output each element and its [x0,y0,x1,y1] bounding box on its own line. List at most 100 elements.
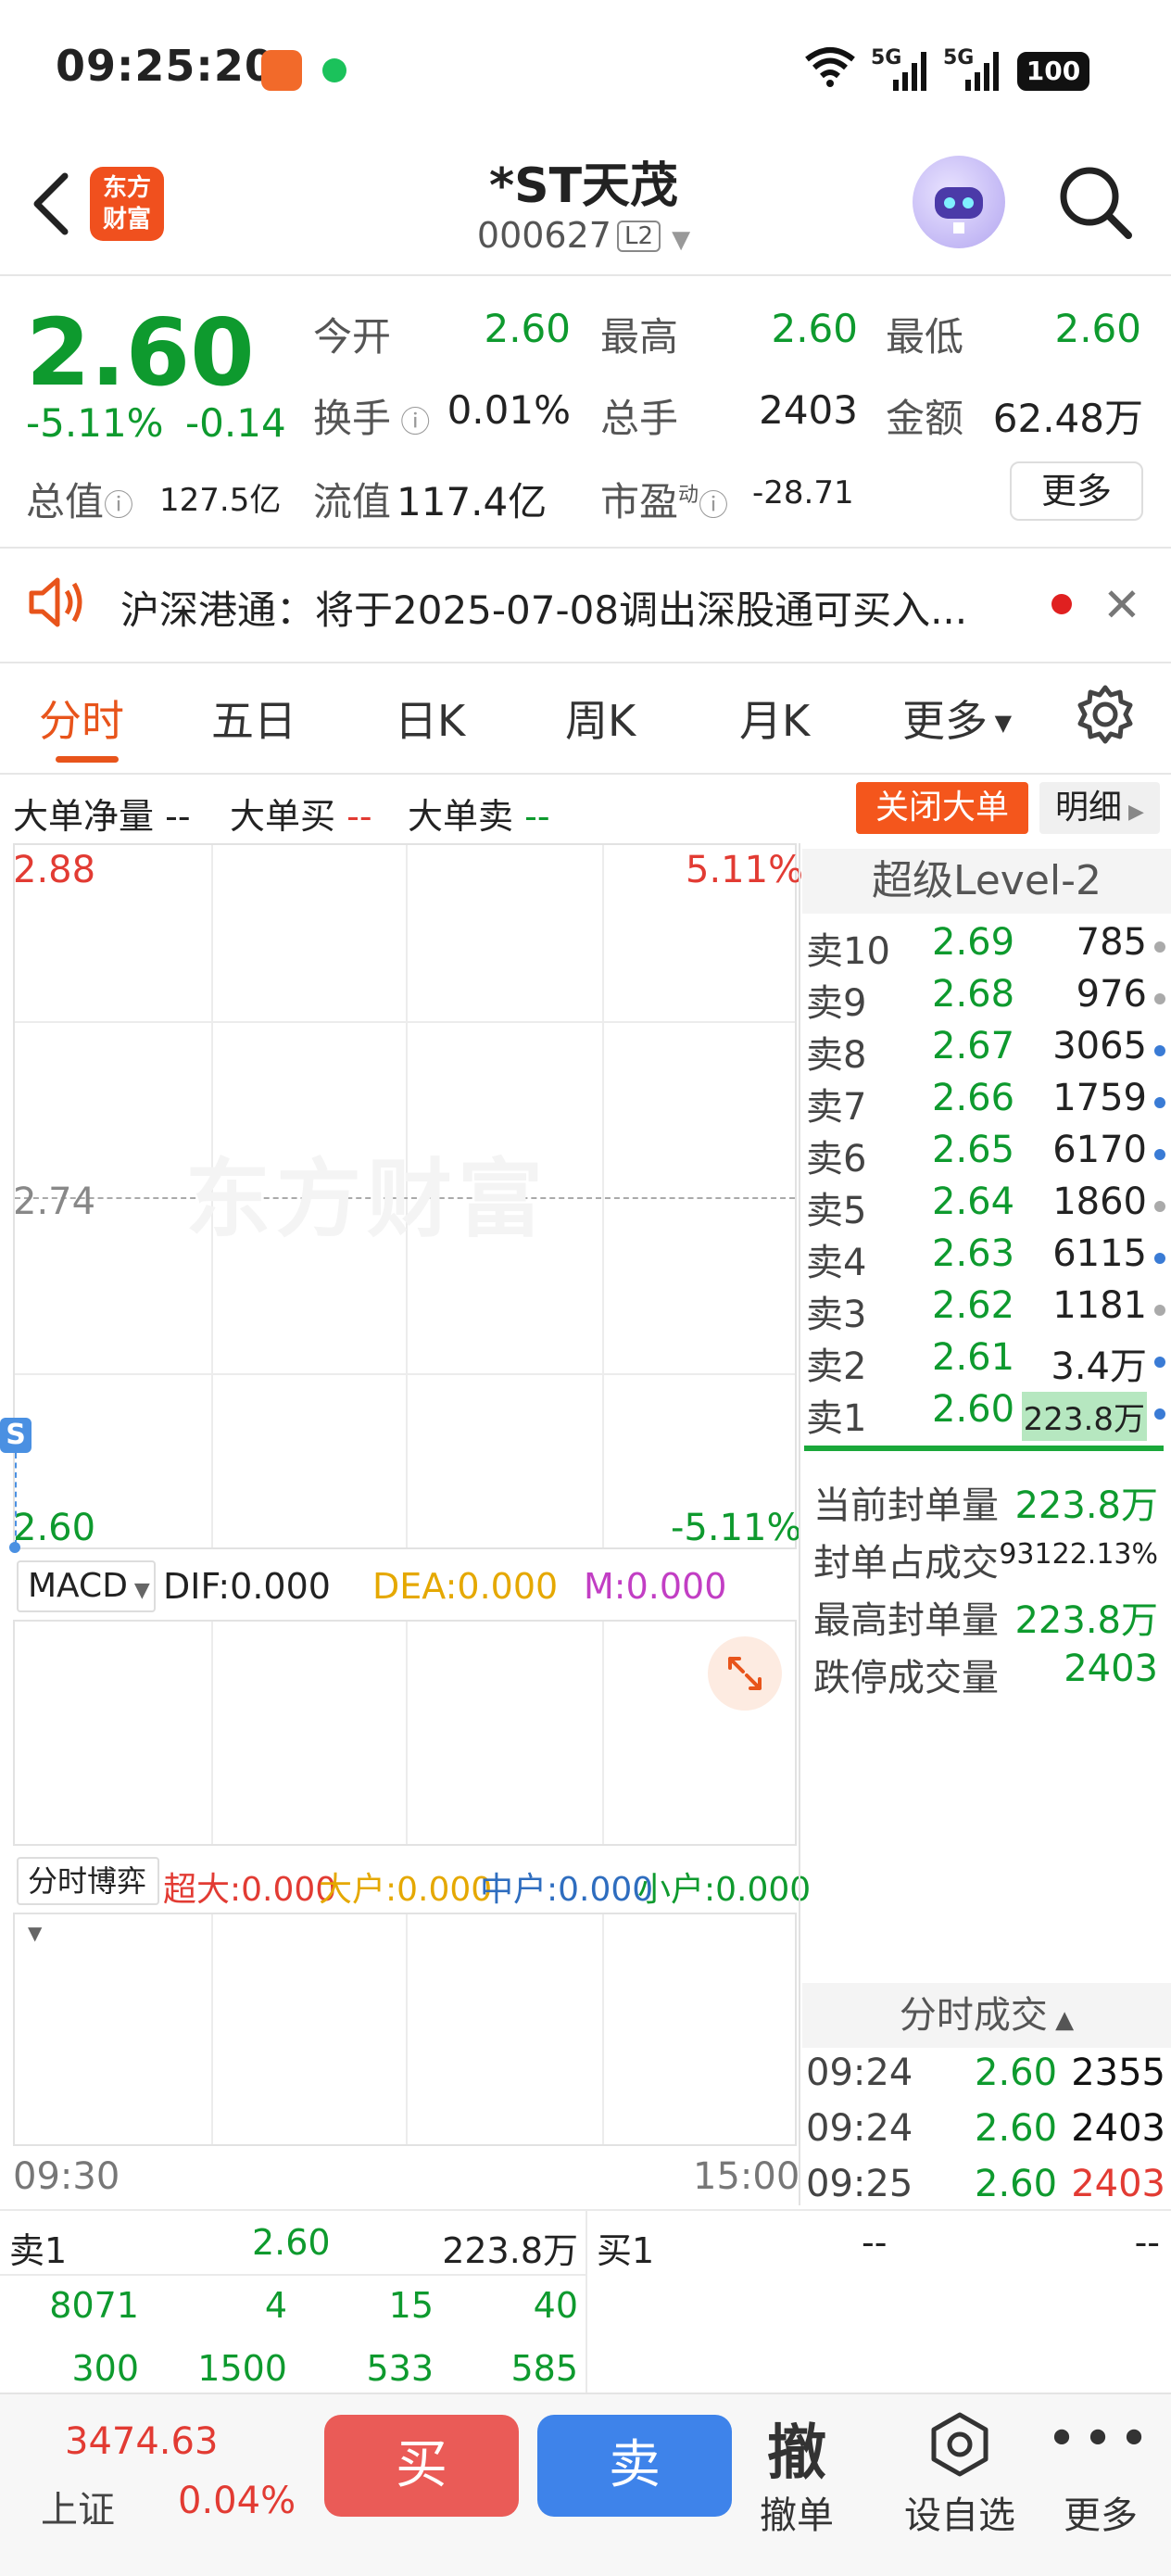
add-watchlist-label[interactable]: 设自选 [895,2485,1025,2539]
notice-text[interactable]: 沪深港通：将于2025-07-08调出深股通可买入... [120,579,1010,636]
ask-row[interactable]: 卖4 2.63 6115 [806,1232,1167,1284]
ask-row[interactable]: 卖8 2.67 3065 [806,1025,1167,1077]
grid-line [406,1914,408,2144]
ask-volume: 3.4万 [1051,1345,1147,1388]
index-pct[interactable]: 0.04% [178,2480,296,2522]
open-value: 2.60 [484,306,571,351]
ask-row[interactable]: 卖3 2.62 1181 [806,1284,1167,1336]
high-label: 最高 [600,314,679,360]
dahu-value: 大户:0.000 [319,1871,493,1909]
large-buy-label: 大单买 -- [230,796,372,837]
pe-label: 市盈动ⓘ [600,479,729,524]
info-icon[interactable]: ⓘ [391,404,430,439]
ask-row[interactable]: 卖5 2.64 1860 [806,1181,1167,1232]
search-icon[interactable] [1056,163,1134,245]
panel-divider [799,843,800,2205]
fenshi-boyi-chart[interactable] [13,1913,797,2146]
s-marker[interactable]: S [0,1418,31,1453]
level2-title[interactable]: 超级Level-2 [802,849,1171,914]
index-name[interactable]: 上证 [41,2480,115,2533]
queue-volume: 8071 [49,2285,139,2326]
trade-price: 2.60 [975,2052,1058,2094]
ask-volume: 785 [1076,921,1147,964]
more-quote-button[interactable]: 更多 [1010,461,1143,521]
large-sell-label: 大单卖 -- [408,796,550,837]
info-icon[interactable]: ⓘ [699,487,728,523]
ask-volume: 6115 [1052,1232,1147,1275]
queue-volume: 15 [388,2285,434,2326]
back-button[interactable] [28,167,74,245]
active-tab-indicator [56,756,119,763]
ask-row[interactable]: 卖6 2.65 6170 [806,1129,1167,1181]
more-label[interactable]: 更多 [1036,2485,1165,2539]
ask-volume: 6170 [1052,1129,1147,1171]
stock-title[interactable]: *ST天茂 [371,146,797,216]
ask-row[interactable]: 卖7 2.66 1759 [806,1077,1167,1129]
grid-line [15,1021,795,1023]
divider [586,2211,587,2393]
info-icon[interactable]: ⓘ [104,487,133,523]
ask-row[interactable]: 卖2 2.61 3.4万 [806,1336,1167,1388]
expand-icon[interactable] [708,1636,782,1711]
status-time: 09:25:20 [56,41,275,91]
ask-price: 2.65 [932,1129,1015,1171]
seal-label: 最高封单量 [813,1599,999,1642]
stock-code[interactable]: 000627 L2 ▼ [371,215,797,256]
ask-row[interactable]: 卖9 2.68 976 [806,973,1167,1025]
ask-indicator-dot [1154,941,1165,953]
tab-day-k[interactable]: 日K [395,688,465,749]
open-label: 今开 [313,314,392,360]
assistant-robot-icon[interactable] [913,156,1005,248]
turnover-value: 0.01% [447,387,571,433]
fenshi-boyi-select[interactable]: 分时博弈 ▼ [17,1857,159,1944]
book-sell1-price: 2.60 [252,2222,331,2263]
ask-price: 2.67 [932,1025,1015,1067]
cancel-icon[interactable]: 撤 [732,2406,862,2491]
ask-row[interactable]: 卖1 2.60 223.8万 [806,1388,1167,1441]
close-large-orders-button[interactable]: 关闭大单 [856,782,1028,834]
trade-volume: 2403 [1071,2107,1165,2150]
tab-month-k[interactable]: 月K [739,688,810,749]
seal-label: 当前封单量 [813,1484,999,1527]
sell-button[interactable]: 卖 [537,2415,732,2517]
fenshi-trades-title[interactable]: 分时成交 ▲ [802,1983,1171,2048]
trade-row[interactable]: 09:24 2.60 2355 [806,2052,1167,2103]
app-notification-icon [261,50,302,91]
close-icon[interactable]: ✕ [1102,578,1141,632]
change-pct: -5.11% [26,400,164,446]
tab-more[interactable]: 更多 ▼ [902,688,1012,749]
seal-value: 2403 [1064,1648,1158,1690]
tab-fenshi[interactable]: 分时 [39,688,124,749]
watermark: 东方财富 [185,1150,549,1249]
trade-row[interactable]: 09:24 2.60 2403 [806,2107,1167,2159]
ask-label: 卖7 [806,1086,867,1129]
ask-label: 卖5 [806,1190,867,1232]
seal-value: 223.8万 [1014,1484,1158,1527]
ask-volume: 1860 [1052,1181,1147,1223]
pe-value: -28.71 [752,474,854,511]
mktcap-value: 127.5亿 [159,482,282,519]
index-value[interactable]: 3474.63 [65,2420,218,2463]
chevron-down-icon: ▼ [988,710,1013,736]
watchlist-icon[interactable] [926,2411,993,2481]
buy-button[interactable]: 买 [324,2415,519,2517]
detail-button[interactable]: 明细 ▶ [1039,782,1160,834]
macd-chart[interactable] [13,1620,797,1846]
settings-gear-icon[interactable] [1075,684,1136,749]
more-dots-icon[interactable]: ••• [1036,2409,1165,2469]
limit-down-bar [804,1446,1164,1451]
tab-five-day[interactable]: 五日 [211,688,296,749]
ask-label: 卖9 [806,982,867,1025]
ask-label: 卖3 [806,1294,867,1336]
grid-line [406,1622,408,1844]
chevron-down-icon: ▼ [672,226,691,254]
ask-volume: 3065 [1052,1025,1147,1067]
macd-select[interactable]: MACD ▼ [17,1560,156,1612]
ask-row[interactable]: 卖10 2.69 785 [806,921,1167,973]
marker-line [15,1453,17,1546]
book-sell1-label: 卖1 [9,2230,68,2271]
tab-week-k[interactable]: 周K [565,688,636,749]
trade-row[interactable]: 09:25 2.60 2403 [806,2163,1167,2215]
cancel-order-label[interactable]: 撤单 [732,2485,862,2539]
ask-indicator-dot [1154,1201,1165,1212]
